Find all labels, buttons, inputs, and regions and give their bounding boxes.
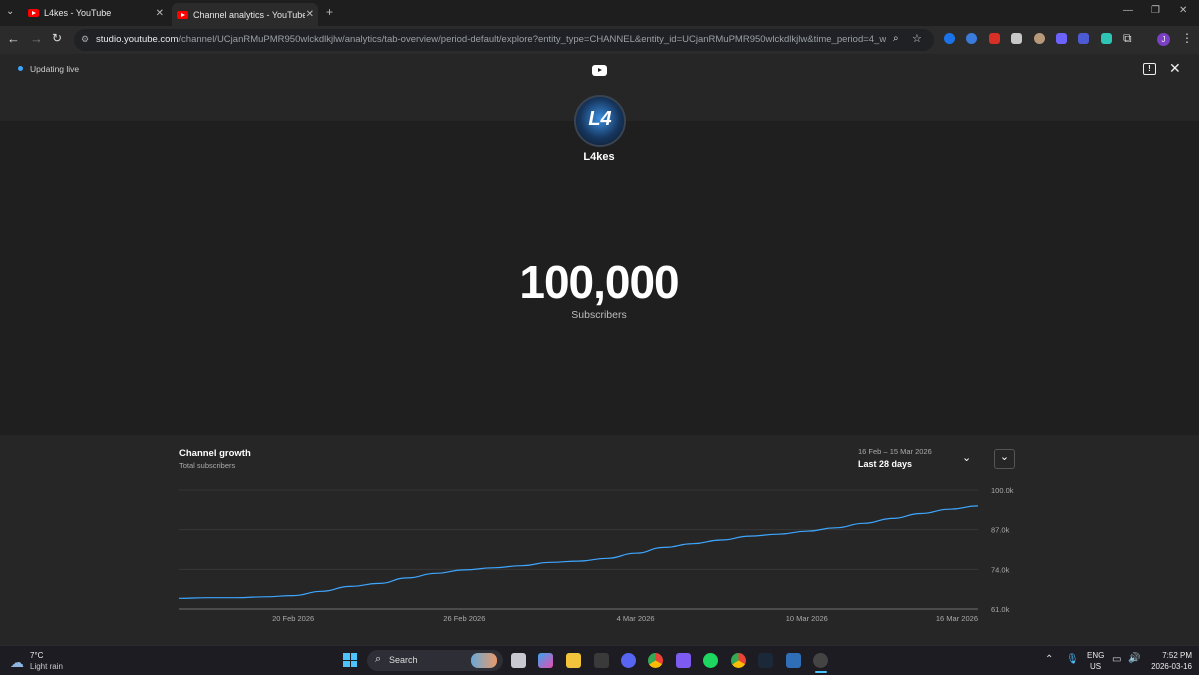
youtube-logo-icon [592,65,607,76]
network-icon[interactable]: ▭ [1112,654,1121,665]
close-icon[interactable]: ✕ [1169,60,1181,77]
channel-name: L4kes [583,151,615,163]
reload-icon[interactable]: ↻ [52,31,62,45]
live-indicator-dot [18,66,23,71]
series-line-total-subscribers [178,505,979,599]
url-host: studio.youtube.com [96,34,179,45]
extensions-puzzle-icon[interactable]: ⧉ [1123,31,1132,46]
extension-1-icon[interactable] [944,33,955,44]
file-explorer-icon[interactable] [566,653,581,668]
url-text[interactable]: studio.youtube.com/channel/UCjanRMuPMR95… [96,34,886,45]
y-tick-label: 74.0k [991,565,1010,574]
obs-icon[interactable] [813,653,828,668]
subscriber-label: Subscribers [571,309,627,321]
restore-button[interactable]: ❐ [1151,5,1160,16]
x-tick-label: 10 Mar 2026 [786,614,828,623]
tab-title: L4kes - YouTube [44,8,112,18]
y-tick-label: 87.0k [991,526,1010,535]
discord-icon[interactable] [621,653,636,668]
taskbar-search-box[interactable]: ⌕ Search [367,650,503,671]
site-info-icon[interactable]: ⚙ [81,34,89,45]
weather-cloud-icon[interactable]: ☁ [10,654,24,671]
app-bm-icon[interactable] [594,653,609,668]
windows-start-icon[interactable] [343,653,357,667]
extension-3-icon[interactable] [989,33,1000,44]
extension-7-icon[interactable] [1078,33,1089,44]
youtube-studio-favicon-icon [177,10,188,19]
spotify-icon[interactable] [703,653,718,668]
extension-6-icon[interactable] [1056,33,1067,44]
language-bottom[interactable]: US [1090,662,1101,671]
search-highlight-icon [471,653,497,668]
volume-icon[interactable]: 🔊 [1128,653,1140,664]
task-view-icon[interactable] [511,653,526,668]
clock-date[interactable]: 2026-03-16 [1140,662,1192,671]
weather-desc[interactable]: Light rain [30,662,63,671]
y-tick-label: 100.0k [991,486,1014,495]
feedback-icon[interactable]: ! [1143,63,1156,75]
live-status-text: Updating live [30,64,80,74]
minimize-button[interactable]: — [1123,5,1133,16]
tab-close-icon[interactable]: ✕ [156,8,164,19]
new-tab-button[interactable]: + [326,5,333,19]
profile-avatar[interactable]: J [1157,33,1170,46]
address-bar[interactable]: ⚙ studio.youtube.com/channel/UCjanRMuPMR… [74,29,934,51]
x-tick-label: 20 Feb 2026 [272,614,314,623]
active-app-indicator [815,671,827,673]
x-tick-label: 16 Mar 2026 [936,614,978,623]
close-window-button[interactable]: ✕ [1179,5,1187,16]
avatar-logo-text: L4 [588,108,612,130]
chrome-icon[interactable] [648,653,663,668]
channel-growth-panel: Channel growth Total subscribers 16 Feb … [0,435,1199,645]
search-icon: ⌕ [375,653,382,665]
channel-avatar[interactable]: L4 [574,95,626,147]
browser-tab-strip: ⌄ L4kes - YouTube ✕ Channel analytics - … [0,0,1199,26]
tab-close-icon[interactable]: ✕ [306,9,314,20]
tab-search-chevron-icon[interactable]: ⌄ [6,6,14,17]
tray-chevron-up-icon[interactable]: ⌃ [1045,654,1053,665]
tab-channel-analytics[interactable]: Channel analytics - YouTube St ✕ [172,3,318,26]
youtube-favicon-icon [28,9,39,17]
steam-icon[interactable] [758,653,773,668]
y-tick-label: 61.0k [991,605,1010,614]
extension-5-icon[interactable] [1034,33,1045,44]
forward-arrow-icon[interactable]: → [30,31,43,46]
extension-8-icon[interactable] [1101,33,1112,44]
subscriber-count: 100,000 [519,256,679,308]
growth-chart: 100.0k 87.0k 74.0k 61.0k 20 Feb 2026 26 Feb … [178,486,1014,623]
browser-menu-icon[interactable]: ⋮ [1181,31,1193,45]
weather-temp[interactable]: 7°C [30,651,43,660]
tab-title: Channel analytics - YouTube St [193,9,305,20]
search-placeholder: Search [389,655,418,665]
bookmark-star-icon[interactable]: ☆ [912,32,922,45]
x-tick-label: 26 Feb 2026 [443,614,485,623]
game-controller-icon[interactable] [676,653,691,668]
x-tick-label: 4 Mar 2026 [617,614,655,623]
shield-app-icon[interactable] [786,653,801,668]
clock-time[interactable]: 7:52 PM [1150,651,1192,660]
extension-2-icon[interactable] [966,33,977,44]
tab-l4kes-youtube[interactable]: L4kes - YouTube ✕ [28,3,168,23]
zoom-search-icon[interactable]: ⌕ [893,33,899,44]
back-arrow-icon[interactable]: ← [7,31,20,46]
url-path: /channel/UCjanRMuPMR950wlckdlkjlw/analyt… [178,34,886,45]
microphone-icon[interactable]: 🎙 [1066,654,1079,665]
extension-4-icon[interactable] [1011,33,1022,44]
chrome-profile-icon[interactable] [731,653,746,668]
language-top[interactable]: ENG [1087,651,1104,660]
copilot-icon[interactable] [538,653,553,668]
